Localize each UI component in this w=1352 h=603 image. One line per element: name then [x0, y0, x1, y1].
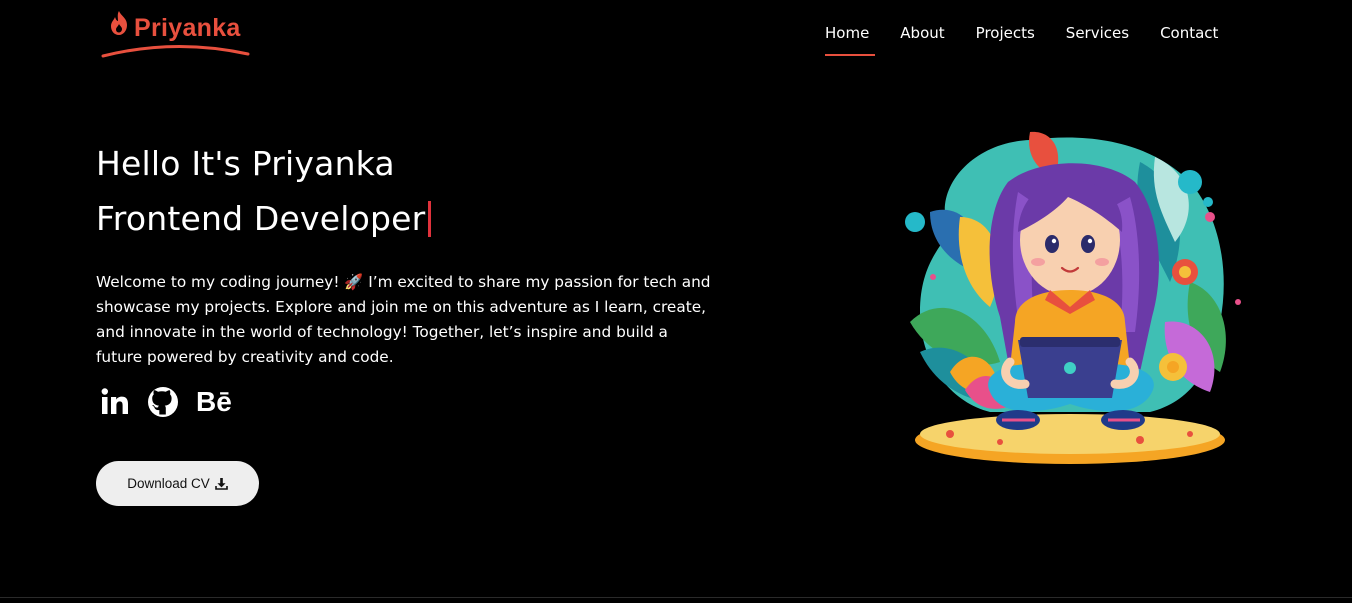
nav-about[interactable]: About: [900, 22, 944, 56]
download-cv-label: Download CV: [127, 476, 210, 491]
logo-underline: [101, 44, 250, 58]
typing-caret: [428, 201, 432, 237]
linkedin-icon[interactable]: [100, 387, 130, 417]
hero-role: Frontend Developer: [96, 199, 426, 238]
nav-home[interactable]: Home: [825, 22, 876, 56]
developer-illustration: [905, 131, 1241, 464]
hero-intro: Welcome to my coding journey! 🚀 I’m exci…: [96, 273, 711, 366]
nav-services[interactable]: Services: [1066, 22, 1129, 56]
social-links: Bē: [100, 386, 249, 418]
download-icon: [214, 478, 228, 490]
behance-icon[interactable]: Bē: [196, 386, 232, 418]
nav-contact[interactable]: Contact: [1160, 22, 1218, 56]
flame-icon: [111, 11, 127, 35]
nav-projects[interactable]: Projects: [976, 22, 1035, 56]
hero-greeting: Hello It's Priyanka: [96, 144, 395, 183]
github-icon[interactable]: [147, 386, 179, 418]
main-nav: Home About Projects Services Contact: [825, 22, 1249, 56]
hero-role-line: Frontend Developer: [96, 197, 432, 241]
logo[interactable]: Priyanka: [100, 6, 255, 60]
download-cv-button[interactable]: Download CV: [96, 461, 259, 506]
bottom-divider: [0, 597, 1352, 598]
